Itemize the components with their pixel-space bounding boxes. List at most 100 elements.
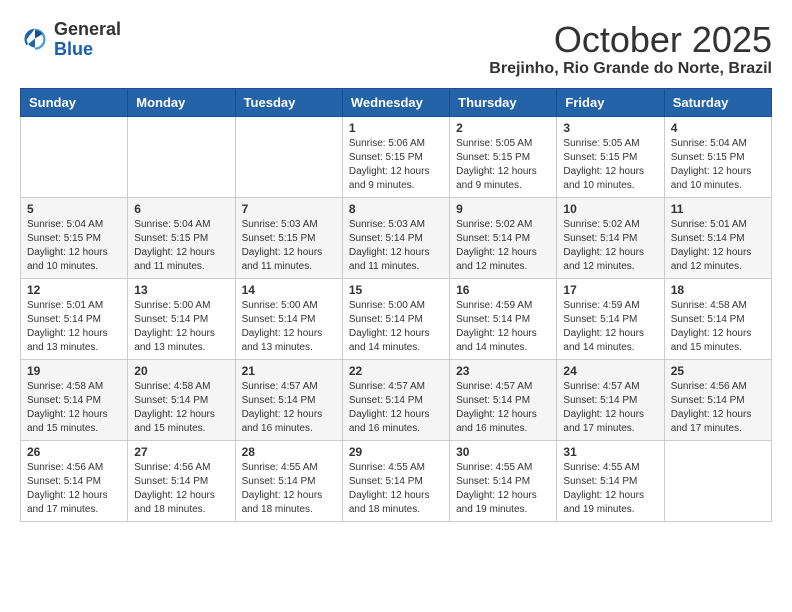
day-info: Sunrise: 5:04 AM Sunset: 5:15 PM Dayligh… — [671, 137, 765, 193]
calendar-cell: 14Sunrise: 5:00 AM Sunset: 5:14 PM Dayli… — [235, 278, 342, 359]
calendar-cell — [21, 116, 128, 197]
day-info: Sunrise: 4:55 AM Sunset: 5:14 PM Dayligh… — [563, 461, 657, 517]
day-info: Sunrise: 5:04 AM Sunset: 5:15 PM Dayligh… — [27, 218, 121, 274]
calendar-cell: 3Sunrise: 5:05 AM Sunset: 5:15 PM Daylig… — [557, 116, 664, 197]
day-info: Sunrise: 4:57 AM Sunset: 5:14 PM Dayligh… — [349, 380, 443, 436]
day-number: 13 — [134, 283, 228, 297]
calendar-cell: 29Sunrise: 4:55 AM Sunset: 5:14 PM Dayli… — [342, 440, 449, 521]
day-number: 19 — [27, 364, 121, 378]
day-info: Sunrise: 4:57 AM Sunset: 5:14 PM Dayligh… — [242, 380, 336, 436]
day-info: Sunrise: 5:06 AM Sunset: 5:15 PM Dayligh… — [349, 137, 443, 193]
day-info: Sunrise: 4:59 AM Sunset: 5:14 PM Dayligh… — [456, 299, 550, 355]
day-info: Sunrise: 4:58 AM Sunset: 5:14 PM Dayligh… — [134, 380, 228, 436]
day-number: 6 — [134, 202, 228, 216]
day-number: 14 — [242, 283, 336, 297]
title-section: October 2025 Brejinho, Rio Grande do Nor… — [489, 20, 772, 78]
day-number: 5 — [27, 202, 121, 216]
day-number: 18 — [671, 283, 765, 297]
day-info: Sunrise: 4:59 AM Sunset: 5:14 PM Dayligh… — [563, 299, 657, 355]
day-info: Sunrise: 5:00 AM Sunset: 5:14 PM Dayligh… — [134, 299, 228, 355]
day-info: Sunrise: 5:00 AM Sunset: 5:14 PM Dayligh… — [349, 299, 443, 355]
day-info: Sunrise: 5:04 AM Sunset: 5:15 PM Dayligh… — [134, 218, 228, 274]
day-info: Sunrise: 5:05 AM Sunset: 5:15 PM Dayligh… — [563, 137, 657, 193]
day-info: Sunrise: 4:58 AM Sunset: 5:14 PM Dayligh… — [671, 299, 765, 355]
day-info: Sunrise: 4:56 AM Sunset: 5:14 PM Dayligh… — [134, 461, 228, 517]
week-row-2: 5 Sunrise: 5:04 AM Sunset: 5:15 PM Daylig… — [21, 197, 772, 278]
day-number: 21 — [242, 364, 336, 378]
day-info: Sunrise: 4:55 AM Sunset: 5:14 PM Dayligh… — [456, 461, 550, 517]
day-info: Sunrise: 5:03 AM Sunset: 5:15 PM Dayligh… — [242, 218, 336, 274]
calendar-cell: 7 Sunrise: 5:03 AM Sunset: 5:15 PM Daylig… — [235, 197, 342, 278]
calendar-cell: 24Sunrise: 4:57 AM Sunset: 5:14 PM Dayli… — [557, 359, 664, 440]
calendar-cell — [664, 440, 771, 521]
day-number: 9 — [456, 202, 550, 216]
day-number: 17 — [563, 283, 657, 297]
day-number: 28 — [242, 445, 336, 459]
day-number: 12 — [27, 283, 121, 297]
calendar-cell: 23Sunrise: 4:57 AM Sunset: 5:14 PM Dayli… — [450, 359, 557, 440]
day-number: 4 — [671, 121, 765, 135]
day-info: Sunrise: 4:56 AM Sunset: 5:14 PM Dayligh… — [27, 461, 121, 517]
calendar-cell: 11Sunrise: 5:01 AM Sunset: 5:14 PM Dayli… — [664, 197, 771, 278]
logo-blue: Blue — [54, 40, 121, 60]
calendar-cell: 22Sunrise: 4:57 AM Sunset: 5:14 PM Dayli… — [342, 359, 449, 440]
calendar-cell: 20 Sunrise: 4:58 AM Sunset: 5:14 PM Dayli… — [128, 359, 235, 440]
calendar-cell: 13 Sunrise: 5:00 AM Sunset: 5:14 PM Dayli… — [128, 278, 235, 359]
calendar-cell: 31 Sunrise: 4:55 AM Sunset: 5:14 PM Dayli… — [557, 440, 664, 521]
weekday-header-wednesday: Wednesday — [342, 88, 449, 116]
day-number: 20 — [134, 364, 228, 378]
weekday-header-monday: Monday — [128, 88, 235, 116]
calendar-cell: 9Sunrise: 5:02 AM Sunset: 5:14 PM Daylig… — [450, 197, 557, 278]
calendar-cell: 27 Sunrise: 4:56 AM Sunset: 5:14 PM Dayli… — [128, 440, 235, 521]
week-row-4: 19 Sunrise: 4:58 AM Sunset: 5:14 PM Dayli… — [21, 359, 772, 440]
calendar-cell: 5 Sunrise: 5:04 AM Sunset: 5:15 PM Daylig… — [21, 197, 128, 278]
month-title: October 2025 — [489, 20, 772, 60]
calendar-cell: 12 Sunrise: 5:01 AM Sunset: 5:14 PM Dayli… — [21, 278, 128, 359]
calendar-cell: 1Sunrise: 5:06 AM Sunset: 5:15 PM Daylig… — [342, 116, 449, 197]
day-number: 27 — [134, 445, 228, 459]
day-info: Sunrise: 4:56 AM Sunset: 5:14 PM Dayligh… — [671, 380, 765, 436]
logo-icon — [20, 25, 50, 55]
day-info: Sunrise: 5:02 AM Sunset: 5:14 PM Dayligh… — [563, 218, 657, 274]
day-info: Sunrise: 4:57 AM Sunset: 5:14 PM Dayligh… — [563, 380, 657, 436]
calendar-cell: 28 Sunrise: 4:55 AM Sunset: 5:14 PM Dayli… — [235, 440, 342, 521]
logo-general: General — [54, 20, 121, 40]
weekday-header-saturday: Saturday — [664, 88, 771, 116]
day-number: 2 — [456, 121, 550, 135]
weekday-header-thursday: Thursday — [450, 88, 557, 116]
calendar-cell — [128, 116, 235, 197]
weekday-header-row: SundayMondayTuesdayWednesdayThursdayFrid… — [21, 88, 772, 116]
calendar-cell: 17 Sunrise: 4:59 AM Sunset: 5:14 PM Dayli… — [557, 278, 664, 359]
calendar-cell: 18 Sunrise: 4:58 AM Sunset: 5:14 PM Dayli… — [664, 278, 771, 359]
day-info: Sunrise: 5:01 AM Sunset: 5:14 PM Dayligh… — [27, 299, 121, 355]
calendar: SundayMondayTuesdayWednesdayThursdayFrid… — [20, 88, 772, 522]
day-number: 8 — [349, 202, 443, 216]
calendar-cell: 16 Sunrise: 4:59 AM Sunset: 5:14 PM Dayli… — [450, 278, 557, 359]
day-info: Sunrise: 4:55 AM Sunset: 5:14 PM Dayligh… — [242, 461, 336, 517]
day-info: Sunrise: 4:55 AM Sunset: 5:14 PM Dayligh… — [349, 461, 443, 517]
logo-text: General Blue — [54, 20, 121, 60]
calendar-cell: 10 Sunrise: 5:02 AM Sunset: 5:14 PM Dayli… — [557, 197, 664, 278]
day-number: 7 — [242, 202, 336, 216]
day-number: 16 — [456, 283, 550, 297]
day-info: Sunrise: 5:05 AM Sunset: 5:15 PM Dayligh… — [456, 137, 550, 193]
location-title: Brejinho, Rio Grande do Norte, Brazil — [489, 60, 772, 78]
logo: General Blue — [20, 20, 121, 60]
day-number: 15 — [349, 283, 443, 297]
calendar-cell: 6 Sunrise: 5:04 AM Sunset: 5:15 PM Daylig… — [128, 197, 235, 278]
calendar-cell: 2 Sunrise: 5:05 AM Sunset: 5:15 PM Daylig… — [450, 116, 557, 197]
day-number: 31 — [563, 445, 657, 459]
week-row-5: 26Sunrise: 4:56 AM Sunset: 5:14 PM Dayli… — [21, 440, 772, 521]
day-number: 11 — [671, 202, 765, 216]
weekday-header-sunday: Sunday — [21, 88, 128, 116]
calendar-cell: 21 Sunrise: 4:57 AM Sunset: 5:14 PM Dayli… — [235, 359, 342, 440]
day-number: 25 — [671, 364, 765, 378]
day-number: 10 — [563, 202, 657, 216]
day-number: 23 — [456, 364, 550, 378]
weekday-header-friday: Friday — [557, 88, 664, 116]
calendar-cell: 30Sunrise: 4:55 AM Sunset: 5:14 PM Dayli… — [450, 440, 557, 521]
week-row-1: 1Sunrise: 5:06 AM Sunset: 5:15 PM Daylig… — [21, 116, 772, 197]
calendar-cell: 25 Sunrise: 4:56 AM Sunset: 5:14 PM Dayli… — [664, 359, 771, 440]
day-info: Sunrise: 4:58 AM Sunset: 5:14 PM Dayligh… — [27, 380, 121, 436]
day-info: Sunrise: 5:03 AM Sunset: 5:14 PM Dayligh… — [349, 218, 443, 274]
